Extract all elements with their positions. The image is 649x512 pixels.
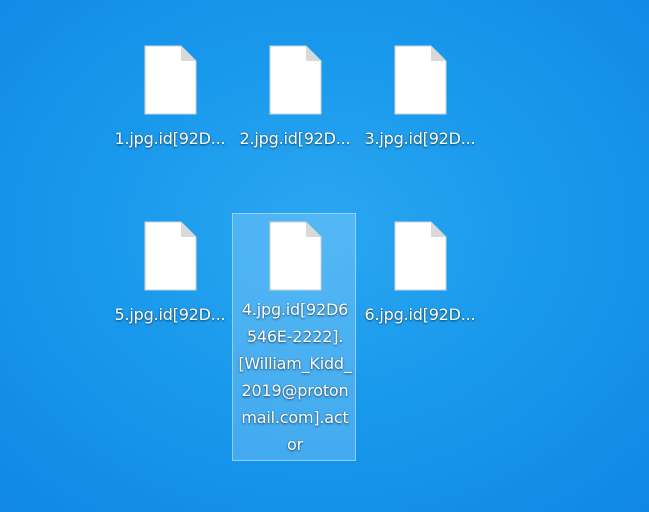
- blank-document-icon: [394, 45, 447, 115]
- file-item-1[interactable]: 1.jpg.id[92D...: [107, 16, 231, 151]
- file-item-4-selected[interactable]: 4.jpg.id[92D6546E-2222].[William_Kidd_20…: [232, 213, 356, 461]
- blank-document-icon: [269, 45, 322, 115]
- blank-document-icon: [144, 221, 197, 291]
- file-item-5[interactable]: 5.jpg.id[92D...: [107, 192, 231, 327]
- file-name-label: 1.jpg.id[92D...: [114, 129, 226, 148]
- file-name-label: 6.jpg.id[92D...: [364, 305, 476, 324]
- file-name-label: 4.jpg.id[92D6546E-2222].[William_Kidd_20…: [238, 300, 352, 454]
- blank-document-icon: [269, 221, 322, 291]
- file-item-3[interactable]: 3.jpg.id[92D...: [357, 16, 481, 151]
- blank-document-icon: [394, 221, 447, 291]
- file-item-6[interactable]: 6.jpg.id[92D...: [357, 192, 481, 327]
- file-name-label: 3.jpg.id[92D...: [364, 129, 476, 148]
- blank-document-icon: [144, 45, 197, 115]
- file-item-2[interactable]: 2.jpg.id[92D...: [232, 16, 356, 151]
- desktop-background[interactable]: 1.jpg.id[92D... 2.jpg.id[92D... 3.jpg.id…: [0, 0, 649, 512]
- file-name-label: 2.jpg.id[92D...: [239, 129, 351, 148]
- file-name-label: 5.jpg.id[92D...: [114, 305, 226, 324]
